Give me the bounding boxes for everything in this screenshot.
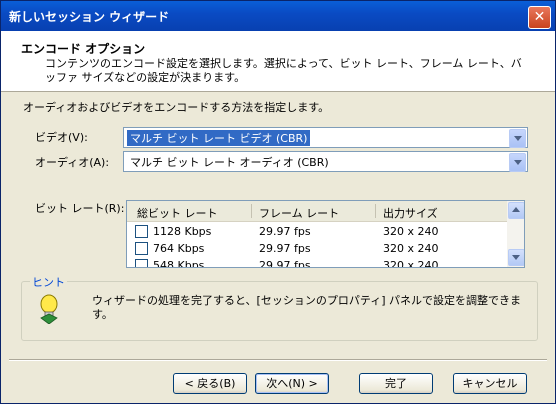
cell-frame-rate: 29.97 fps — [259, 242, 311, 255]
cell-frame-rate: 29.97 fps — [259, 259, 311, 268]
cell-output-size: 320 x 240 — [383, 242, 439, 255]
chevron-down-icon[interactable] — [509, 153, 526, 172]
column-header-frame-rate[interactable]: フレーム レート — [259, 205, 339, 221]
cell-frame-rate: 29.97 fps — [259, 225, 311, 238]
table-row[interactable]: 764 Kbps 29.97 fps 320 x 240 — [127, 240, 507, 257]
page-title: エンコード オプション — [21, 42, 146, 56]
cell-output-size: 320 x 240 — [383, 259, 439, 268]
table-row[interactable]: 548 Kbps 29.97 fps 320 x 240 — [127, 257, 507, 268]
instruction-text: オーディオおよびビデオをエンコードする方法を指定します。 — [23, 101, 330, 114]
bitrate-label: ビット レート(R): — [35, 202, 125, 215]
list-scrollbar[interactable] — [507, 201, 524, 267]
cell-total-bitrate: 1128 Kbps — [153, 225, 212, 238]
window-title: 新しいセッション ウィザード — [9, 10, 170, 24]
hint-title: ヒント — [30, 274, 67, 290]
video-dropdown-value: マルチ ビット レート ビデオ (CBR) — [127, 130, 311, 146]
video-dropdown[interactable]: マルチ ビット レート ビデオ (CBR) — [123, 127, 528, 148]
scroll-down-icon[interactable] — [508, 249, 524, 266]
title-bar[interactable]: 新しいセッション ウィザード ✕ — [1, 1, 555, 31]
table-row[interactable]: 1128 Kbps 29.97 fps 320 x 240 — [127, 223, 507, 240]
finish-button[interactable]: 完了 — [359, 373, 433, 394]
divider — [9, 359, 547, 361]
bitrate-list[interactable]: 総ビット レート フレーム レート 出力サイズ 1128 Kbps 29.97 … — [126, 200, 525, 268]
audio-dropdown-value: マルチ ビット レート オーディオ (CBR) — [130, 156, 329, 169]
cell-total-bitrate: 764 Kbps — [153, 242, 205, 255]
cell-output-size: 320 x 240 — [383, 225, 439, 238]
hint-text: ウィザードの処理を完了すると、[セッションのプロパティ] パネルで設定を調整でき… — [92, 294, 521, 321]
next-button[interactable]: 次へ(N) > — [255, 373, 329, 394]
row-checkbox[interactable] — [135, 259, 148, 267]
scroll-up-icon[interactable] — [508, 202, 524, 219]
row-checkbox[interactable] — [135, 242, 148, 255]
row-checkbox[interactable] — [135, 225, 148, 238]
page-description: コンテンツのエンコード設定を選択します。選択によって、ビット レート、フレーム … — [45, 57, 522, 84]
column-header-total-bitrate[interactable]: 総ビット レート — [137, 205, 218, 221]
column-header-output-size[interactable]: 出力サイズ — [383, 205, 438, 221]
column-divider[interactable] — [251, 204, 252, 218]
back-button[interactable]: < 戻る(B) — [173, 373, 247, 394]
wizard-window: 新しいセッション ウィザード ✕ エンコード オプション コンテンツのエンコード… — [0, 0, 556, 404]
wizard-header: エンコード オプション コンテンツのエンコード設定を選択します。選択によって、ビ… — [1, 31, 555, 92]
audio-label: オーディオ(A): — [35, 156, 110, 169]
close-button[interactable]: ✕ — [528, 6, 551, 29]
cancel-button[interactable]: キャンセル — [453, 373, 527, 394]
cell-total-bitrate: 548 Kbps — [153, 259, 205, 268]
video-label: ビデオ(V): — [35, 131, 88, 144]
column-divider[interactable] — [375, 204, 376, 218]
lightbulb-icon — [38, 294, 60, 327]
chevron-down-icon[interactable] — [509, 129, 526, 148]
list-header: 総ビット レート フレーム レート 出力サイズ — [127, 201, 507, 222]
hint-group: ヒント ウィザードの処理を完了すると、[セッションのプロパティ] パネルで設定を… — [21, 274, 538, 341]
audio-dropdown[interactable]: マルチ ビット レート オーディオ (CBR) — [123, 151, 528, 172]
